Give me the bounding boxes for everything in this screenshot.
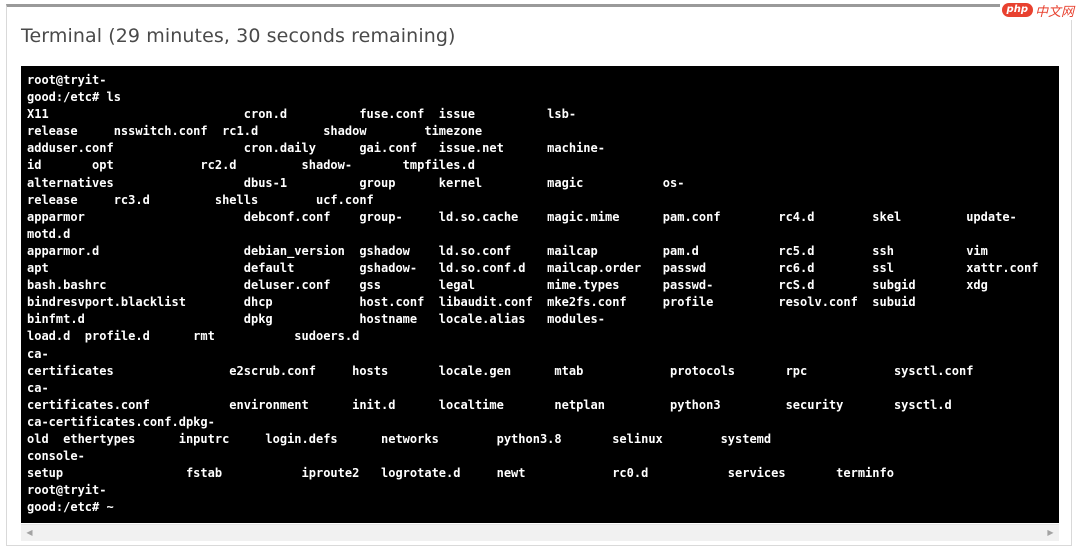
terminal-line: ca-: [27, 346, 49, 361]
terminal-line: motd.d: [27, 226, 71, 241]
terminal-window: Terminal (29 minutes, 30 seconds remaini…: [6, 4, 1072, 546]
watermark-site: 中文网: [1034, 4, 1074, 20]
terminal-line: X11 cron.d fuse.conf issue lsb-: [27, 107, 577, 122]
terminal-line: bindresvport.blacklist dhcp host.conf li…: [27, 295, 916, 310]
terminal-output[interactable]: root@tryit-good:/etc# ls X11 cron.d fuse.…: [21, 66, 1059, 523]
window-title: Terminal (29 minutes, 30 seconds remaini…: [21, 25, 456, 47]
terminal-line: ca-certificates.conf.dpkg-: [27, 414, 215, 429]
terminal-line: setup fstab iproute2 logrotate.d newt rc…: [27, 466, 894, 481]
terminal-line: good:/etc# ls: [27, 90, 121, 105]
terminal-line: root@tryit-: [27, 73, 107, 87]
terminal-line: binfmt.d dpkg hostname locale.alias modu…: [27, 312, 605, 327]
terminal-line: apparmor.d debian_version gshadow ld.so.…: [27, 243, 988, 258]
terminal-line: adduser.conf cron.daily gai.conf issue.n…: [27, 141, 605, 156]
terminal-line: alternatives dbus-1 group kernel magic o…: [27, 175, 685, 190]
scroll-right-icon[interactable]: ▶: [1042, 525, 1059, 541]
horizontal-scrollbar[interactable]: ◀ ▶: [21, 524, 1059, 541]
terminal-line: root@tryit-: [27, 483, 107, 498]
terminal-line: release rc3.d shells ucf.conf: [27, 192, 374, 207]
terminal-line: load.d profile.d rmt sudoers.d: [27, 329, 360, 344]
terminal-line: old ethertypes inputrc login.defs networ…: [27, 431, 772, 446]
terminal-line: certificates e2scrub.conf hosts locale.g…: [27, 363, 974, 378]
scrollbar-track[interactable]: [38, 528, 1042, 538]
watermark-brand: php: [1001, 3, 1033, 17]
terminal-line: ca-: [27, 380, 49, 395]
terminal-line: apt default gshadow- ld.so.conf.d mailca…: [27, 261, 1039, 276]
terminal-line: release nsswitch.conf rc1.d shadow timez…: [27, 124, 483, 139]
terminal-line: apparmor debconf.conf group- ld.so.cache…: [27, 209, 1017, 224]
terminal-line: good:/etc# ~: [27, 500, 114, 515]
terminal-line: bash.bashrc deluser.conf gss legal mime.…: [27, 278, 988, 293]
terminal-line: id opt rc2.d shadow- tmpfiles.d: [27, 158, 475, 173]
scroll-left-icon[interactable]: ◀: [21, 525, 38, 541]
watermark-logo: php 中文网: [999, 0, 1076, 20]
terminal-line: console-: [27, 449, 85, 464]
terminal-line: certificates.conf environment init.d loc…: [27, 397, 952, 412]
